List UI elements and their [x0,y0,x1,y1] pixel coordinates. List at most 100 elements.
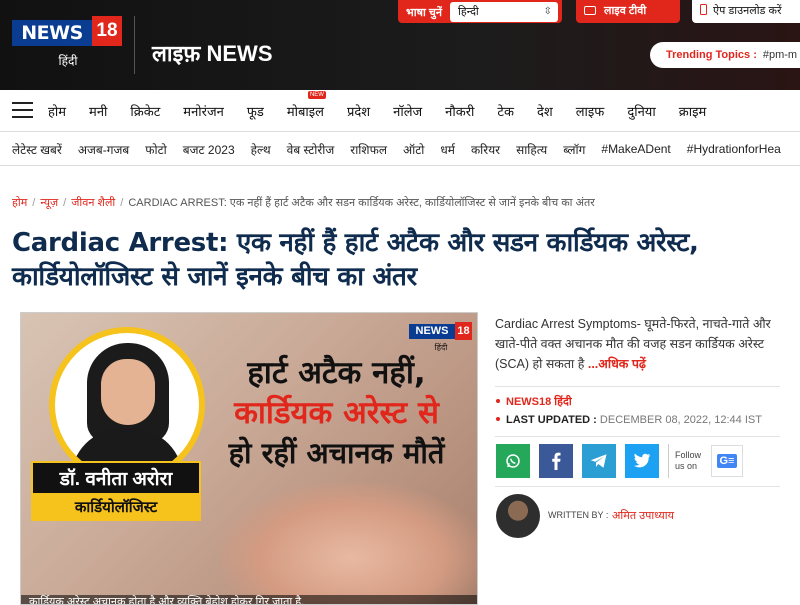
nav-item-home[interactable]: होम [48,102,66,120]
doctor-title: कार्डियोलॉजिस्ट [31,495,201,521]
twitter-share-button[interactable] [625,444,659,478]
subnav-item-ajab-gajab[interactable]: अजब-गजब [78,141,129,158]
logo-number: 18 [92,16,122,46]
secondary-nav: लेटेस्ट खबरें अजब-गजब फोटो बजट 2023 हेल्… [0,132,800,166]
nav-item-knowledge[interactable]: नॉलेज [393,102,422,120]
read-more-link[interactable]: ...अधिक पढ़ें [588,357,646,371]
twitter-icon [633,453,651,468]
breadcrumb: होम / न्यूज़ / जीवन शैली / CARDIAC ARREST: एक … [12,195,595,210]
subnav-item-photo[interactable]: फोटो [145,141,167,158]
nav-item-mobile-label: मोबाइल [286,104,324,119]
google-news-follow-button[interactable]: G≡ [711,445,743,477]
subnav-item-budget[interactable]: बजट 2023 [183,141,235,158]
share-bar: Follow us on G≡ [496,444,743,478]
nav-item-tech[interactable]: टेक [497,102,514,120]
hero-line-3: हो रहीं अचानक मौतें [228,436,445,470]
last-updated-label: LAST UPDATED : [506,414,597,426]
news18-logo[interactable]: NEWS 18 हिंदी [12,16,124,68]
article-summary: Cardiac Arrest Symptoms- घूमते-फिरते, ना… [495,314,775,374]
nav-item-jobs[interactable]: नौकरी [445,102,474,120]
facebook-share-button[interactable] [539,444,573,478]
app-download-button[interactable]: ऐप डाउनलोड करें [692,0,800,23]
author-avatar[interactable] [496,494,540,538]
divider [495,386,780,387]
hero-line-2: कार्डियक अरेस्ट से [234,395,439,431]
hero-image[interactable]: NEWS 18 हिंदी डॉ. वनीता अरोरा कार्डियोलॉ… [20,312,478,605]
logo-sub: हिंदी [58,54,78,68]
nav-item-food[interactable]: फूड [247,102,264,120]
primary-nav: होम मनी क्रिकेट मनोरंजन फूड मोबाइल NEW प्… [0,90,800,132]
nav-item-money[interactable]: मनी [89,102,107,120]
nav-item-entertainment[interactable]: मनोरंजन [183,102,224,120]
bullet-icon [496,399,500,403]
breadcrumb-news[interactable]: न्यूज़ [40,197,58,209]
logo-divider [134,16,135,74]
breadcrumb-separator: / [32,197,36,209]
author-name-link[interactable]: अमित उपाध्याय [612,508,674,523]
language-dropdown[interactable]: हिन्दी ⇳ [450,2,558,22]
nav-item-crime[interactable]: क्राइम [679,102,707,120]
bullet-icon [496,417,500,421]
subnav-item-hydration[interactable]: #HydrationforHea [687,142,781,156]
language-value: हिन्दी [458,6,479,18]
new-badge: NEW [307,91,326,99]
nav-item-cricket[interactable]: क्रिकेट [130,102,160,120]
last-updated-value: DECEMBER 08, 2022, 12:44 IST [599,414,762,426]
subnav-item-horoscope[interactable]: राशिफल [350,141,387,158]
subnav-item-web-stories[interactable]: वेब स्टोरीज [287,141,335,158]
breadcrumb-home[interactable]: होम [12,197,27,209]
nav-item-life[interactable]: लाइफ [576,102,605,120]
subnav-item-makeadent[interactable]: #MakeADent [601,142,670,156]
follow-us-label: Follow us on [675,450,702,471]
breadcrumb-separator: / [120,197,124,209]
hero-caption: कार्डियक अरेस्ट अचानक होता है और व्यक्ति… [21,595,477,604]
subnav-item-religion[interactable]: धर्म [440,141,455,158]
subnav-item-career[interactable]: करियर [471,141,500,158]
nav-item-nation[interactable]: देश [537,102,553,120]
article-source[interactable]: NEWS18 हिंदी [496,394,572,409]
trending-topics: Trending Topics : #pm-m [650,42,800,68]
top-header: NEWS 18 हिंदी लाइफ़ NEWS भाषा चुनें हिन्… [0,0,800,90]
subnav-item-latest[interactable]: लेटेस्ट खबरें [12,141,62,158]
hero-logo-number: 18 [455,322,472,340]
telegram-share-button[interactable] [582,444,616,478]
hero-headline-overlay: हार्ट अटैक नहीं, कार्डियक अरेस्ट से हो र… [199,353,474,473]
hero-logo-text: NEWS [409,324,455,339]
doctor-portrait [49,327,205,483]
breadcrumb-lifestyle[interactable]: जीवन शैली [71,197,115,209]
whatsapp-icon [506,454,520,468]
chevron-updown-icon: ⇳ [543,6,552,17]
language-selector: भाषा चुनें हिन्दी ⇳ [398,0,562,23]
nav-item-state[interactable]: प्रदेश [347,102,370,120]
hamburger-menu-icon[interactable] [12,102,33,118]
nav-item-world[interactable]: दुनिया [627,102,655,120]
logo-text: NEWS [12,20,92,46]
follow-separator [668,444,669,478]
whatsapp-share-button[interactable] [496,444,530,478]
divider [495,486,780,487]
doctor-name: डॉ. वनीता अरोरा [31,461,201,495]
app-download-label: ऐप डाउनलोड करें [713,5,782,17]
doctor-name-plate: डॉ. वनीता अरोरा कार्डियोलॉजिस्ट [31,461,201,523]
divider [495,436,780,437]
subnav-item-auto[interactable]: ऑटो [403,141,424,158]
trending-label: Trending Topics : [666,49,757,61]
section-title[interactable]: लाइफ़ NEWS [152,38,273,68]
breadcrumb-current: CARDIAC ARREST: एक नहीं हैं हार्ट अटैक औ… [128,197,595,209]
hero-background [221,483,477,604]
subnav-item-blog[interactable]: ब्लॉग [563,141,585,158]
telegram-icon [590,454,607,468]
hero-line-1: हार्ट अटैक नहीं, [247,355,426,391]
source-name: NEWS18 हिंदी [506,396,572,408]
trending-tag[interactable]: #pm-m [763,49,797,61]
article-headline: Cardiac Arrest: एक नहीं हैं हार्ट अटैक औ… [12,228,699,292]
nav-item-mobile[interactable]: मोबाइल NEW [286,91,326,120]
google-news-icon: G≡ [716,454,738,468]
hero-news18-logo: NEWS 18 हिंदी [409,321,473,352]
live-tv-button[interactable]: लाइव टीवी [576,0,680,23]
subnav-item-health[interactable]: हेल्थ [251,141,271,158]
live-tv-label: लाइव टीवी [604,5,647,17]
written-by-label: WRITTEN BY : [548,510,609,520]
subnav-item-literature[interactable]: साहित्य [516,141,547,158]
language-label: भाषा चुनें [406,7,442,19]
